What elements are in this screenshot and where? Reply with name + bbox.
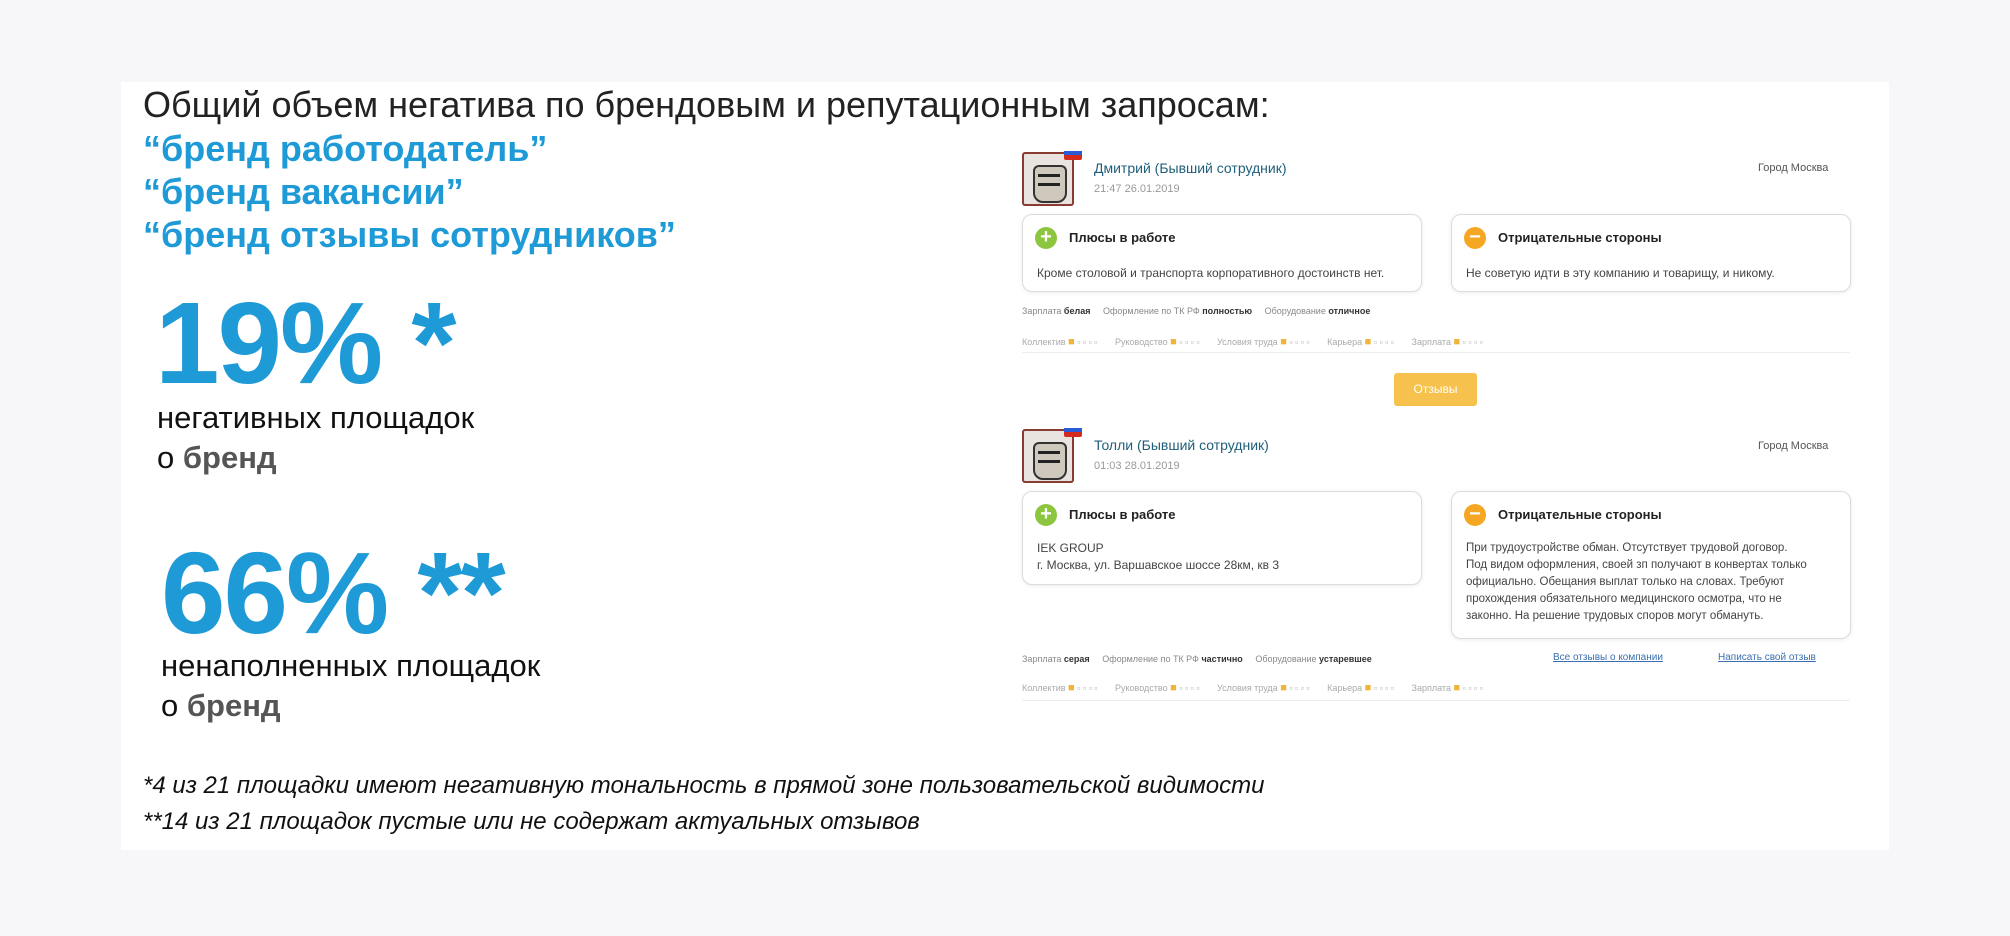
minus-icon: − xyxy=(1464,504,1486,526)
more-reviews-button[interactable]: Отзывы xyxy=(1394,373,1477,406)
pros-text: IEK GROUP г. Москва, ул. Варшавское шосс… xyxy=(1037,541,1280,572)
stat-negative-label: негативных площадок о бренд xyxy=(157,398,474,478)
all-reviews-link[interactable]: Все отзывы о компании xyxy=(1553,652,1663,663)
review-ratings: Коллектив ■ ▫ ▫ ▫ ▫ Руководство ■ ▫ ▫ ▫ … xyxy=(1022,336,1483,348)
review-meta: Зарплата серая Оформление по ТК РФ части… xyxy=(1022,654,1372,664)
pros-box: + Плюсы в работе Кроме столовой и трансп… xyxy=(1022,214,1422,292)
stat-negative-line: негативных площадок xyxy=(157,400,475,435)
query-employer: “бренд работодатель” xyxy=(143,128,548,169)
pros-box: + Плюсы в работе IEK GROUP г. Москва, ул… xyxy=(1022,491,1422,585)
stat-empty-brand-line: о бренд xyxy=(161,688,281,723)
review-date: 01:03 28.01.2019 xyxy=(1094,460,1180,472)
review-ratings: Коллектив ■ ▫ ▫ ▫ ▫ Руководство ■ ▫ ▫ ▫ … xyxy=(1022,682,1483,694)
cons-text: При трудоустройстве обман. Отсутствует т… xyxy=(1466,542,1807,622)
review-author[interactable]: Толли (Бывший сотрудник) xyxy=(1094,437,1269,453)
review-meta: Зарплата белая Оформление по ТК РФ полно… xyxy=(1022,306,1371,316)
pros-title: Плюсы в работе xyxy=(1069,507,1176,522)
review-date: 21:47 26.01.2019 xyxy=(1094,183,1180,195)
stat-empty-value: 66% ** xyxy=(161,528,506,658)
slide-title: Общий объем негатива по брендовым и репу… xyxy=(143,84,1270,125)
avatar xyxy=(1022,429,1074,483)
pros-title: Плюсы в работе xyxy=(1069,230,1176,245)
query-reviews: “бренд отзывы сотрудников” xyxy=(143,214,676,255)
stat-negative-brand-line: о бренд xyxy=(157,440,277,475)
review-city: Город Москва xyxy=(1758,162,1829,174)
review-city: Город Москва xyxy=(1758,440,1829,452)
footnote-2: **14 из 21 площадок пустые или не содерж… xyxy=(143,808,920,835)
query-vacancies: “бренд вакансии” xyxy=(143,171,464,212)
cons-box: − Отрицательные стороны При трудоустройс… xyxy=(1451,491,1851,639)
cons-box: − Отрицательные стороны Не советую идти … xyxy=(1451,214,1851,292)
cons-text: Не советую идти в эту компанию и товарищ… xyxy=(1466,266,1775,280)
avatar xyxy=(1022,152,1074,206)
plus-icon: + xyxy=(1035,504,1057,526)
russia-flag-icon xyxy=(1064,146,1082,160)
divider xyxy=(1022,352,1850,353)
russia-flag-icon xyxy=(1064,423,1082,437)
stat-negative-value: 19% * xyxy=(155,278,457,408)
stat-empty-line: ненаполненных площадок xyxy=(161,648,541,683)
divider xyxy=(1022,700,1850,701)
pros-text: Кроме столовой и транспорта корпоративно… xyxy=(1037,266,1385,280)
minus-icon: − xyxy=(1464,227,1486,249)
cons-title: Отрицательные стороны xyxy=(1498,507,1662,522)
write-review-link[interactable]: Написать свой отзыв xyxy=(1718,652,1816,663)
footnote-1: *4 из 21 площадки имеют негативную тонал… xyxy=(143,772,1265,799)
stat-empty-label: ненаполненных площадок о бренд xyxy=(161,646,540,726)
review-author[interactable]: Дмитрий (Бывший сотрудник) xyxy=(1094,160,1287,176)
cons-title: Отрицательные стороны xyxy=(1498,230,1662,245)
plus-icon: + xyxy=(1035,227,1057,249)
